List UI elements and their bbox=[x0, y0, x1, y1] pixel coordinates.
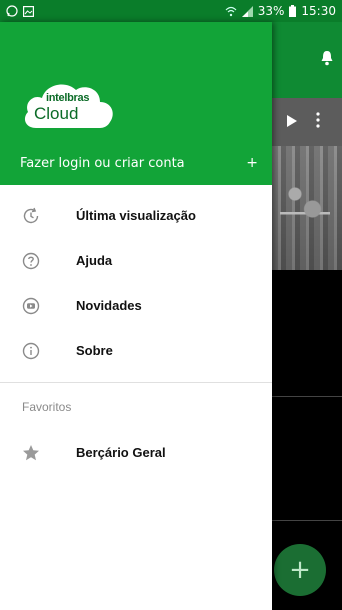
youtube-icon bbox=[0, 297, 76, 315]
background-toolbar bbox=[272, 22, 342, 98]
battery-percent: 33% bbox=[257, 4, 285, 18]
play-icon[interactable] bbox=[286, 113, 298, 132]
menu-divider bbox=[0, 382, 272, 383]
info-icon bbox=[0, 342, 76, 360]
camera-card-bar bbox=[272, 98, 342, 146]
background-app: + bbox=[272, 22, 342, 610]
add-fab-button[interactable]: + bbox=[274, 544, 326, 596]
favorites-section-title: Favoritos bbox=[22, 400, 72, 414]
menu-item-help[interactable]: Ajuda bbox=[0, 238, 272, 283]
clock: 15:30 bbox=[301, 4, 336, 18]
menu-item-about[interactable]: Sobre bbox=[0, 328, 272, 373]
login-or-signup-button[interactable]: Fazer login ou criar conta + bbox=[0, 150, 272, 176]
wifi-icon bbox=[225, 6, 237, 17]
more-options-icon[interactable] bbox=[316, 112, 320, 132]
image-notification-icon bbox=[23, 5, 34, 17]
bell-icon[interactable] bbox=[320, 50, 334, 70]
menu-item-label: Última visualização bbox=[76, 208, 196, 223]
menu-item-last-viewed[interactable]: Última visualização bbox=[0, 193, 272, 238]
logo-product-text: Cloud bbox=[34, 104, 79, 123]
battery-icon bbox=[289, 5, 297, 17]
background-divider bbox=[272, 396, 342, 397]
background-divider bbox=[272, 520, 342, 521]
menu-item-label: Novidades bbox=[76, 298, 142, 313]
whatsapp-icon bbox=[6, 5, 18, 17]
plus-icon: + bbox=[246, 155, 258, 171]
favorite-item-bercario-geral[interactable]: Berçário Geral bbox=[0, 430, 272, 475]
help-icon bbox=[0, 252, 76, 270]
drawer-header: intelbras Cloud Fazer login ou criar con… bbox=[0, 22, 272, 185]
star-icon bbox=[0, 444, 76, 462]
menu-item-label: Ajuda bbox=[76, 253, 113, 268]
login-label: Fazer login ou criar conta bbox=[20, 155, 185, 171]
favorites-list: Berçário Geral bbox=[0, 430, 272, 475]
menu-item-news[interactable]: Novidades bbox=[0, 283, 272, 328]
menu-item-label: Sobre bbox=[76, 343, 113, 358]
camera-preview-image[interactable] bbox=[272, 146, 342, 270]
drawer-menu: Última visualização Ajuda Novidades Sobr… bbox=[0, 193, 272, 373]
favorite-item-label: Berçário Geral bbox=[76, 445, 166, 460]
navigation-drawer: intelbras Cloud Fazer login ou criar con… bbox=[0, 22, 272, 610]
status-bar: 33% 15:30 bbox=[0, 0, 342, 22]
history-icon bbox=[0, 207, 76, 225]
signal-icon bbox=[241, 5, 253, 17]
intelbras-cloud-logo: intelbras Cloud bbox=[22, 78, 118, 130]
logo-brand-text: intelbras bbox=[46, 92, 90, 104]
